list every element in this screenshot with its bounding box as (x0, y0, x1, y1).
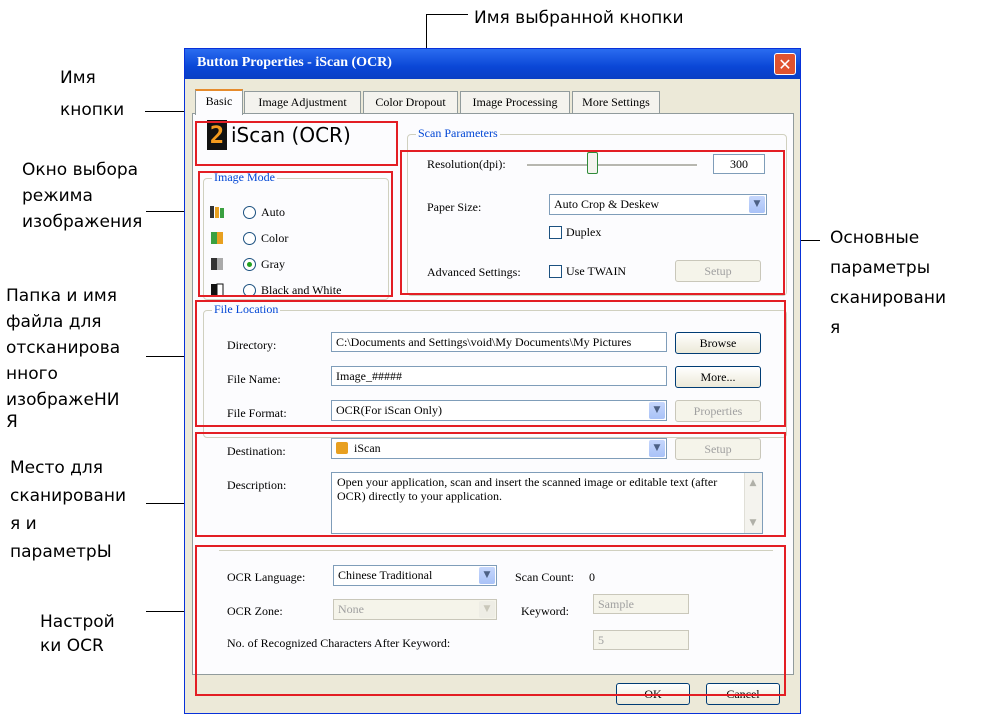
annotation-button-name-2: кнопки (60, 100, 125, 120)
tab-color-dropout[interactable]: Color Dropout (363, 91, 458, 113)
leader-line (426, 14, 468, 15)
tab-basic[interactable]: Basic (195, 89, 243, 115)
annotation-folder-6: Я (6, 412, 18, 432)
annotation-folder-2: файла для (6, 312, 102, 332)
dialog-title: Button Properties - iScan (OCR) (197, 55, 392, 70)
annotation-folder-4: нного (6, 364, 58, 384)
annotation-folder-1: Папка и имя (6, 286, 117, 306)
annotation-folder-3: отсканирова (6, 338, 121, 358)
callout-box-destination (195, 432, 786, 537)
annotation-image-mode-3: изображения (22, 212, 143, 232)
annotation-destination-1: Место для (10, 458, 104, 478)
callout-box-image-mode (198, 171, 393, 297)
callout-box-button-name (195, 121, 398, 166)
annotation-destination-4: параметрЫ (10, 542, 112, 562)
annotation-scan-params-3: сканировани (830, 288, 946, 308)
annotation-destination-3: я и (10, 514, 37, 534)
annotation-image-mode-1: Окно выбора (22, 160, 139, 180)
annotation-ocr-2: ки OCR (40, 636, 104, 656)
annotation-scan-params-2: параметры (830, 258, 931, 278)
callout-box-ocr (195, 545, 786, 696)
tab-image-processing[interactable]: Image Processing (460, 91, 570, 113)
annotation-button-name-1: Имя (60, 68, 96, 88)
annotation-image-mode-2: режима (22, 186, 93, 206)
annotation-ocr-1: Настрой (40, 612, 115, 632)
callout-box-file-location (195, 300, 786, 427)
annotation-scan-params-4: я (830, 318, 841, 338)
annotation-selected-button-name: Имя выбранной кнопки (474, 8, 684, 28)
annotation-destination-2: сканировани (10, 486, 126, 506)
tab-image-adjustment[interactable]: Image Adjustment (244, 91, 361, 113)
annotation-scan-params-1: Основные (830, 228, 920, 248)
title-bar[interactable]: Button Properties - iScan (OCR) ✕ (185, 49, 800, 79)
tab-more-settings[interactable]: More Settings (572, 91, 660, 113)
scan-parameters-legend: Scan Parameters (416, 126, 500, 141)
close-button[interactable]: ✕ (774, 53, 796, 75)
callout-box-scan-parameters (400, 150, 785, 295)
annotation-folder-5: изображеНИ (6, 390, 120, 410)
